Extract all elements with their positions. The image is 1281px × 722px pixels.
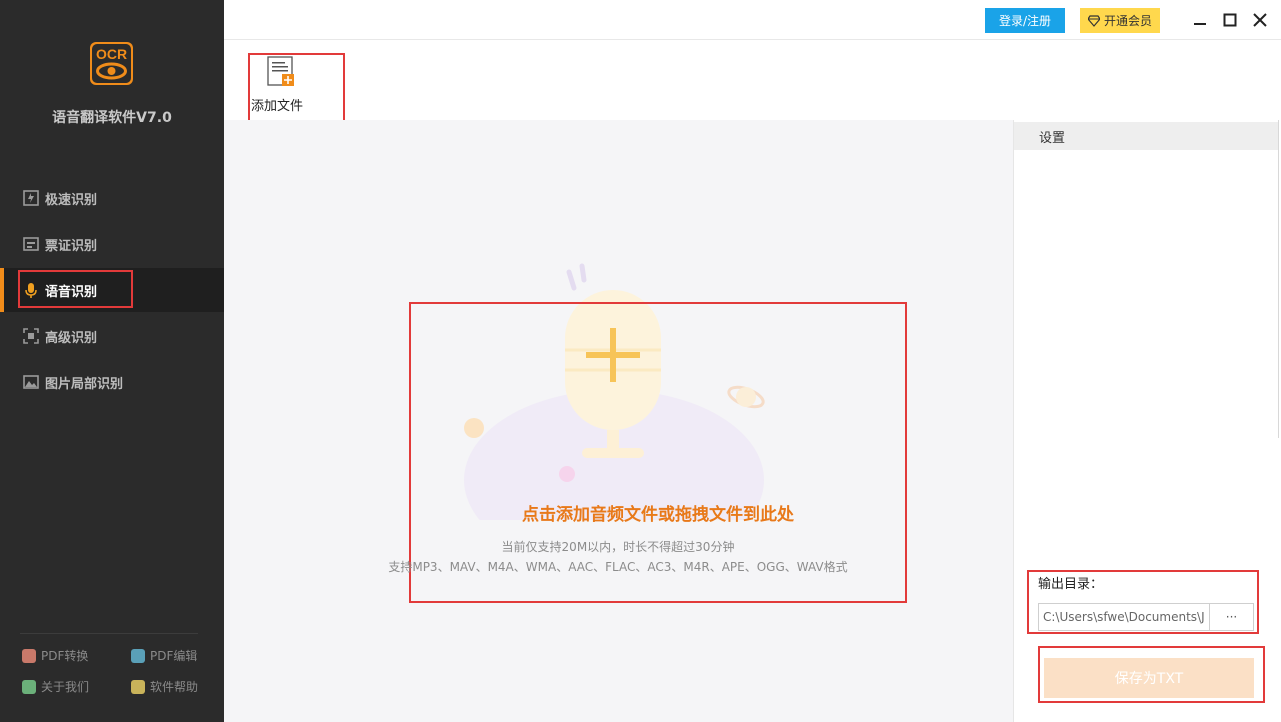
login-register-button[interactable]: 登录/注册 [985, 8, 1065, 33]
help-icon [131, 679, 145, 694]
add-file-icon [267, 56, 294, 86]
vip-button-label: 开通会员 [1103, 14, 1152, 28]
maximize-button[interactable] [1219, 9, 1241, 31]
sidebar-item-advanced[interactable]: 高级识别 [0, 314, 224, 358]
sidebar-item-ticket[interactable]: 票证识别 [0, 222, 224, 266]
pdf-convert-icon [22, 648, 36, 663]
sidebar: OCR 语音翻译软件V7.0 极速识别 票证识别 语音识别 高级识别 图片局部识… [0, 0, 224, 722]
save-txt-button[interactable]: 保存为TXT [1044, 658, 1254, 698]
pdf-convert-link[interactable]: PDF转换 [22, 647, 88, 664]
advanced-scan-icon [23, 328, 39, 344]
fast-ocr-icon [23, 190, 39, 206]
svg-text:OCR: OCR [96, 46, 127, 62]
add-file-label: 添加文件 [251, 99, 304, 114]
add-file-button[interactable]: 添加文件 [248, 53, 345, 130]
diamond-icon [1087, 14, 1100, 27]
help-link[interactable]: 软件帮助 [131, 678, 198, 695]
toolbar [224, 40, 1281, 120]
bottom-link-label: 软件帮助 [150, 680, 199, 694]
output-dir-field[interactable]: C:\Users\sfwe\Documents\J [1038, 603, 1210, 631]
sidebar-item-image-region[interactable]: 图片局部识别 [0, 360, 224, 404]
bottom-link-label: PDF编辑 [150, 649, 198, 663]
output-dir-label: 输出目录： [1038, 577, 1104, 592]
settings-header: 设置 [1014, 122, 1278, 150]
app-title: 语音翻译软件V7.0 [52, 110, 172, 126]
pdf-edit-link[interactable]: PDF编辑 [131, 647, 197, 664]
image-region-icon [23, 374, 39, 390]
close-icon [1253, 13, 1267, 27]
sidebar-item-label: 图片局部识别 [45, 376, 124, 392]
ticket-icon [23, 236, 39, 252]
sidebar-item-label: 票证识别 [45, 238, 98, 254]
bottom-link-label: PDF转换 [41, 649, 89, 663]
drop-zone-title: 点击添加音频文件或拖拽文件到此处 [522, 505, 794, 525]
vip-button[interactable]: 开通会员 [1080, 8, 1160, 33]
about-icon [22, 679, 36, 694]
nav-highlight-box [18, 270, 133, 308]
minimize-icon [1194, 23, 1206, 25]
sidebar-divider [20, 633, 198, 634]
drop-zone-format-note: 支持MP3、MAV、M4A、WMA、AAC、FLAC、AC3、M4R、APE、O… [388, 560, 848, 574]
sidebar-item-label: 高级识别 [45, 330, 98, 346]
drop-zone-limit-note: 当前仅支持20M以内，时长不得超过30分钟 [501, 540, 735, 554]
bottom-link-label: 关于我们 [41, 680, 90, 694]
sidebar-item-label: 极速识别 [45, 192, 98, 208]
pdf-edit-icon [131, 648, 145, 663]
about-link[interactable]: 关于我们 [22, 678, 89, 695]
browse-button[interactable]: ··· [1210, 603, 1254, 631]
close-button[interactable] [1249, 9, 1271, 31]
ocr-logo: OCR [89, 41, 134, 86]
maximize-icon [1223, 13, 1237, 27]
minimize-button[interactable] [1189, 9, 1211, 31]
sidebar-item-fast-ocr[interactable]: 极速识别 [0, 176, 224, 220]
